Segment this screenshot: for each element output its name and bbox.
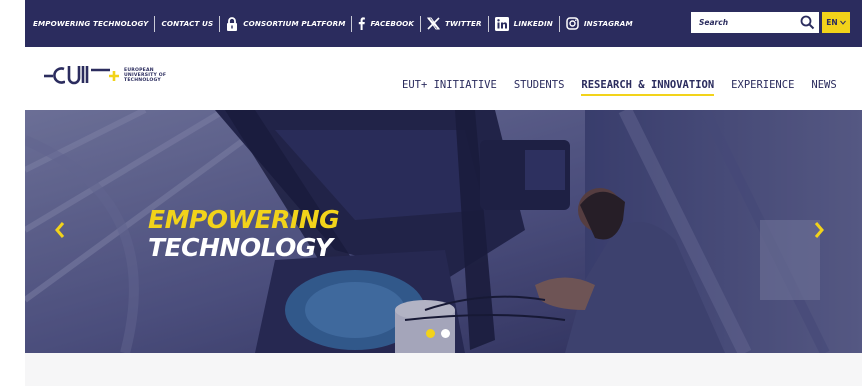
search-box [691, 12, 819, 33]
eut-logo[interactable]: EUROPEAN UNIVERSITY OF TECHNOLOGY [44, 64, 166, 86]
top-link-empowering-technology[interactable]: EMPOWERING TECHNOLOGY [33, 19, 148, 28]
language-label: EN [826, 18, 838, 27]
divider [219, 15, 221, 32]
top-link-consortium-platform[interactable]: CONSORTIUM PLATFORM [226, 16, 345, 31]
slider-dot-active[interactable] [426, 329, 435, 338]
top-link-twitter[interactable]: TWITTER [427, 17, 482, 30]
instagram-icon [566, 17, 579, 30]
slider-dot[interactable] [441, 329, 450, 338]
hero-slider: EMPOWERING TECHNOLOGY [25, 110, 862, 353]
main-nav: EUT+ INITIATIVE STUDENTS RESEARCH & INNO… [402, 79, 837, 96]
slider-next-arrow[interactable] [812, 220, 826, 244]
top-links: EMPOWERING TECHNOLOGY CONTACT US CONSORT… [25, 0, 633, 47]
top-link-linkedin[interactable]: LINKEDIN [494, 16, 553, 31]
content-area [25, 353, 862, 386]
x-twitter-icon [427, 17, 441, 30]
logo-subtitle: EUROPEAN UNIVERSITY OF TECHNOLOGY [124, 67, 167, 83]
nav-item-research-innovation[interactable]: RESEARCH & INNOVATION [581, 79, 715, 96]
nav-item-eut-initiative[interactable]: EUT+ INITIATIVE [402, 79, 497, 96]
nav-item-students[interactable]: STUDENTS [514, 79, 565, 96]
hero-title-line2: TECHNOLOGY [148, 233, 333, 262]
hero-title-line1: EMPOWERING [148, 205, 340, 234]
nav-item-news[interactable]: NEWS [811, 79, 836, 96]
chevron-down-icon [839, 18, 846, 27]
divider [487, 15, 489, 32]
language-selector[interactable]: EN [822, 12, 850, 33]
slider-dots [426, 329, 450, 338]
facebook-icon [358, 17, 366, 30]
hero-title: EMPOWERING TECHNOLOGY [148, 205, 340, 262]
chevron-right-icon [814, 222, 824, 238]
lock-icon [226, 16, 238, 31]
top-link-contact-us[interactable]: CONTACT US [161, 19, 213, 28]
linkedin-icon [494, 16, 509, 31]
divider [420, 15, 422, 32]
top-link-facebook[interactable]: FACEBOOK [358, 17, 414, 30]
search-icon[interactable] [800, 15, 815, 34]
chevron-left-icon [55, 222, 65, 238]
eut-logo-icon [44, 66, 119, 85]
nav-item-experience[interactable]: EXPERIENCE [731, 79, 794, 96]
search-input[interactable] [691, 17, 801, 28]
divider [558, 15, 560, 32]
divider [154, 15, 156, 32]
slider-prev-arrow[interactable] [53, 220, 67, 244]
top-link-instagram[interactable]: INSTAGRAM [566, 17, 633, 30]
divider [351, 15, 353, 32]
